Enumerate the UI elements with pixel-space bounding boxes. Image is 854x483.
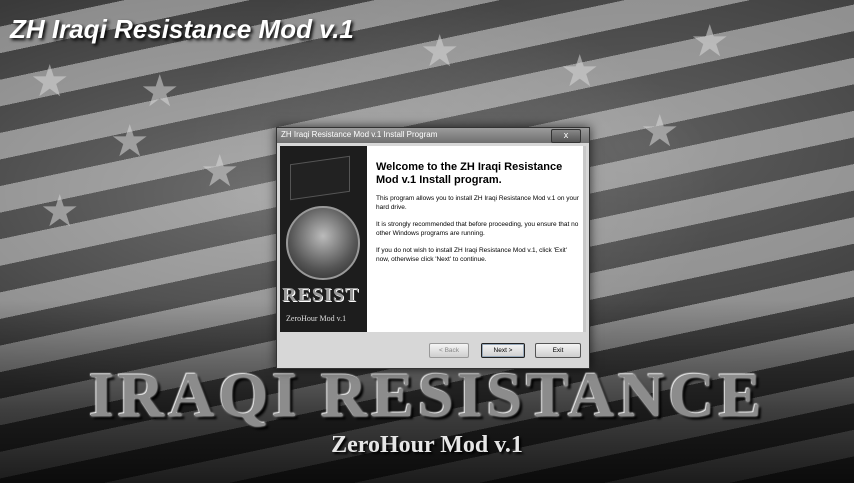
star-decoration: ★ [640,107,680,156]
welcome-heading: Welcome to the ZH Iraqi Resistance Mod v… [376,161,563,186]
flag-graphic [290,155,350,201]
star-decoration: ★ [40,187,80,236]
side-banner-image: RESIST ZeroHour Mod v.1 [280,146,367,332]
next-button[interactable]: Next > [481,343,525,358]
banner-title: IRAQI RESISTANCE [88,359,766,430]
star-decoration: ★ [110,117,150,166]
star-decoration: ★ [140,67,180,116]
star-decoration: ★ [420,27,460,76]
dialog-content: RESIST ZeroHour Mod v.1 Welcome to the Z… [280,146,586,332]
app-title: ZH Iraqi Resistance Mod v.1 [10,14,354,44]
star-decoration: ★ [200,147,240,196]
dialog-title: ZH Iraqi Resistance Mod v.1 Install Prog… [281,130,438,139]
warning-paragraph: It is strongly recommended that before p… [376,221,579,237]
star-decoration: ★ [560,47,600,96]
side-logo-text: RESIST [282,284,360,306]
close-icon: x [563,130,569,140]
exit-button[interactable]: Exit [535,343,581,358]
dialog-titlebar[interactable]: ZH Iraqi Resistance Mod v.1 Install Prog… [277,128,589,143]
back-button[interactable]: < Back [429,343,469,358]
banner-subtitle: ZeroHour Mod v.1 [331,432,523,458]
scrollbar[interactable] [583,146,586,332]
button-bar: < Back Next > Exit [277,338,589,366]
star-decoration: ★ [30,57,70,106]
install-dialog: ZH Iraqi Resistance Mod v.1 Install Prog… [276,127,590,369]
intro-paragraph: This program allows you to install ZH Ir… [376,195,579,211]
exit-instructions-paragraph: If you do not wish to install ZH Iraqi R… [376,247,567,263]
close-button[interactable]: x [551,129,581,143]
welcome-text-area: Welcome to the ZH Iraqi Resistance Mod v… [376,161,580,273]
fighter-emblem-graphic [286,206,360,280]
star-decoration: ★ [690,17,730,66]
side-subtitle-text: ZeroHour Mod v.1 [286,314,347,323]
